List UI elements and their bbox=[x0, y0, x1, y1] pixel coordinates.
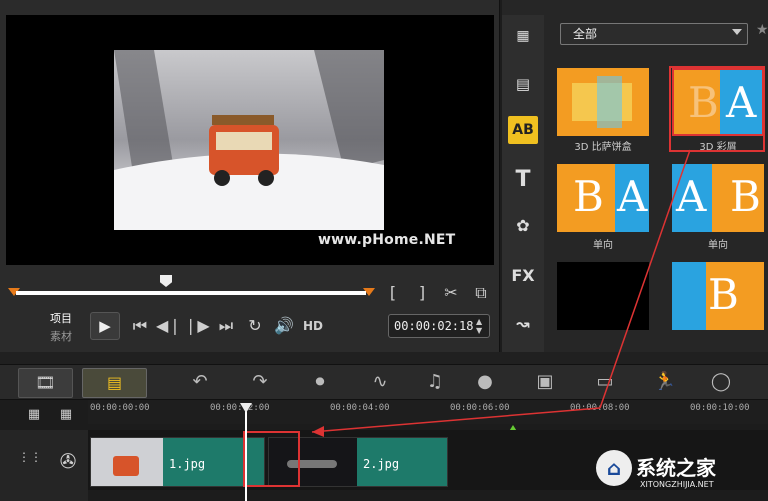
site-url: XITONGZHIJIA.NET bbox=[640, 480, 714, 489]
annotation-arrow bbox=[311, 149, 691, 437]
site-logo: ⌂ bbox=[596, 450, 632, 486]
site-brand: 系统之家 bbox=[636, 456, 716, 480]
